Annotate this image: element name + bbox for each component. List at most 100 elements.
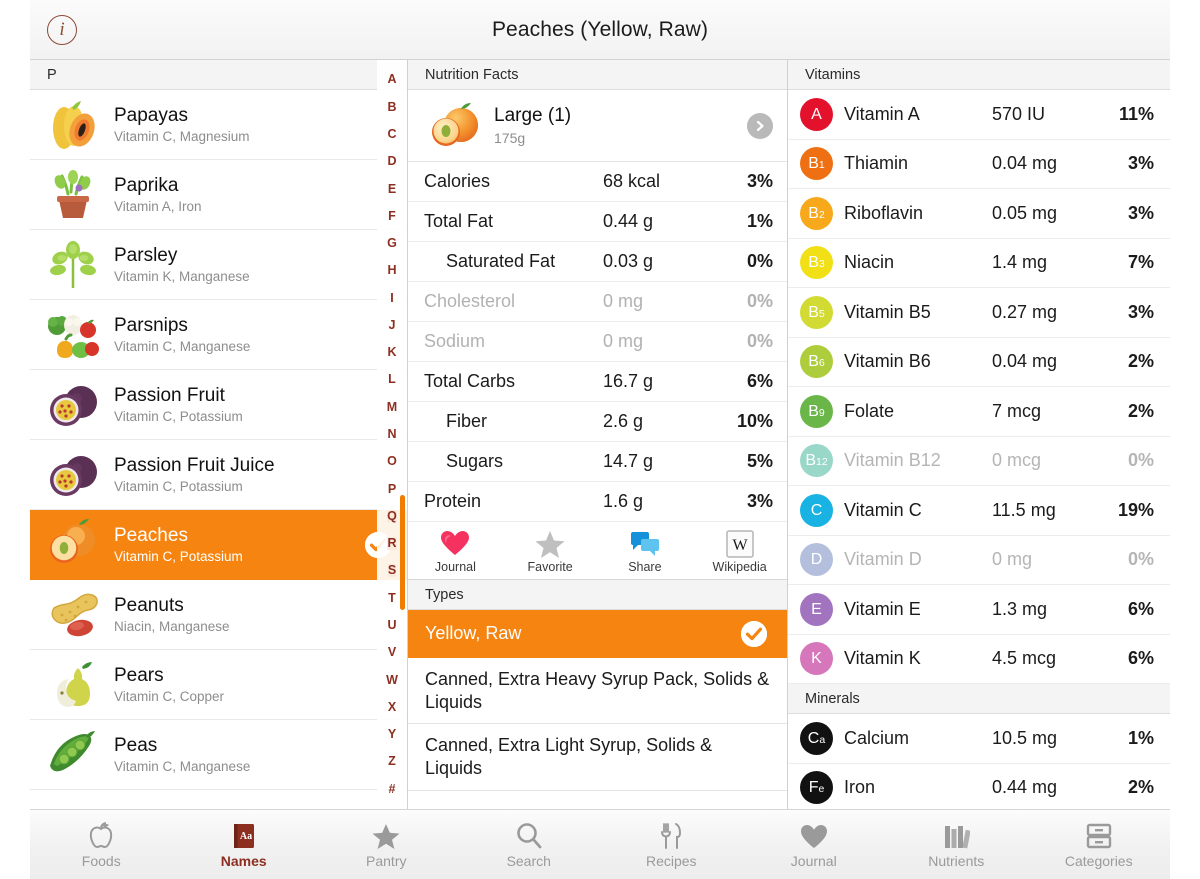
alphabet-index-letter[interactable]: H — [387, 264, 396, 277]
alphabet-index-letter[interactable]: R — [387, 537, 397, 550]
alphabet-index-letter[interactable]: Z — [388, 755, 396, 768]
vitamins-minerals-panel: Vitamins A Vitamin A 570 IU 11% B 1 Thiami… — [788, 60, 1170, 809]
tab-nutrients[interactable]: Nutrients — [885, 810, 1028, 879]
food-list-item[interactable]: Peas Vitamin C, Manganese — [30, 720, 407, 790]
alphabet-index-letter[interactable]: C — [387, 128, 396, 141]
alphabet-index-letter[interactable]: F — [388, 210, 396, 223]
fork-knife-icon — [659, 820, 683, 850]
vitamin-row: B 12 Vitamin B12 0 mcg 0% — [788, 436, 1170, 486]
minerals-header: Minerals — [788, 684, 1170, 714]
alphabet-index-letter[interactable]: X — [388, 701, 396, 714]
nutrient-name: Niacin — [844, 252, 895, 273]
alphabet-index-letter[interactable]: Y — [388, 728, 396, 741]
list-scrollbar[interactable] — [400, 495, 405, 610]
serving-size-row[interactable]: Large (1) 175g — [408, 90, 787, 162]
food-list-item[interactable]: Passion Fruit Juice Vitamin C, Potassium — [30, 440, 407, 510]
alphabet-index[interactable]: A B C D E F G H I J K L M N O P Q R S T U V W X Y Z # — [377, 60, 407, 809]
nutrition-facts-header: Nutrition Facts — [408, 60, 787, 90]
alphabet-index-letter[interactable]: I — [390, 292, 393, 305]
alphabet-index-letter[interactable]: O — [387, 455, 397, 468]
nutrition-row-value: 68 kcal — [603, 171, 661, 191]
food-list-item[interactable]: Passion Fruit Vitamin C, Potassium — [30, 370, 407, 440]
vitamin-row: A Vitamin A 570 IU 11% — [788, 90, 1170, 140]
tab-label: Foods — [81, 853, 121, 869]
nutrition-row-percent: 3% — [746, 171, 773, 191]
food-list-item[interactable]: Peanuts Niacin, Manganese — [30, 580, 407, 650]
tab-categories[interactable]: Categories — [1028, 810, 1171, 879]
chevron-right-icon[interactable] — [747, 112, 773, 139]
tab-names[interactable]: Aa Names — [173, 810, 316, 879]
alphabet-index-letter[interactable]: U — [387, 619, 396, 632]
alphabet-index-letter[interactable]: P — [388, 483, 396, 496]
action-share-button[interactable]: Share — [598, 522, 693, 579]
type-list-item[interactable]: Canned, Extra Heavy Syrup Pack, Solids &… — [408, 658, 787, 725]
alphabet-index-letter[interactable]: N — [387, 428, 396, 441]
food-list-item[interactable]: Paprika Vitamin A, Iron — [30, 160, 407, 230]
alphabet-index-letter[interactable]: L — [388, 373, 396, 386]
nutrient-value: 570 IU — [992, 103, 1046, 124]
nutrient-value: 1.3 mg — [992, 598, 1048, 619]
food-list-item[interactable]: Parsley Vitamin K, Manganese — [30, 230, 407, 300]
nutrient-percent: 11% — [1118, 103, 1154, 124]
vitamin-row: E Vitamin E 1.3 mg 6% — [788, 585, 1170, 635]
alphabet-index-letter[interactable]: D — [387, 155, 396, 168]
nutrient-badge-icon: B6 — [800, 345, 833, 379]
star-icon — [535, 530, 565, 558]
alphabet-index-letter[interactable]: E — [388, 183, 396, 196]
nutrient-badge-icon: D — [800, 543, 833, 577]
tab-pantry[interactable]: Pantry — [315, 810, 458, 879]
type-list-item[interactable]: Yellow, Raw — [408, 610, 787, 658]
action-wikipedia-button[interactable]: W Wikipedia — [692, 522, 787, 579]
nutrient-badge-icon: Ca — [800, 721, 833, 755]
alphabet-index-letter[interactable]: G — [387, 237, 397, 250]
alphabet-index-letter[interactable]: V — [388, 646, 396, 659]
action-favorite-button[interactable]: Favorite — [503, 522, 598, 579]
alphabet-index-letter[interactable]: K — [387, 346, 396, 359]
nutrition-row-label: Fiber — [446, 411, 488, 431]
alphabet-index-letter[interactable]: J — [389, 319, 396, 332]
food-list-item[interactable]: Papayas Vitamin C, Magnesium — [30, 90, 407, 160]
nutrition-row-value: 0 mg — [603, 331, 644, 351]
alphabet-index-letter[interactable]: M — [387, 401, 397, 414]
nutrition-row-label: Sodium — [424, 331, 486, 351]
alphabet-index-letter[interactable]: # — [389, 783, 396, 796]
nutrition-row-percent: 3% — [746, 491, 773, 511]
food-item-name: Papayas — [114, 104, 188, 126]
alphabet-index-letter[interactable]: Q — [387, 510, 397, 523]
tab-journal[interactable]: Journal — [743, 810, 886, 879]
food-item-name: Peaches — [114, 524, 188, 546]
food-list-item[interactable]: Peaches Vitamin C, Potassium — [30, 510, 407, 580]
action-journal-button[interactable]: Journal — [408, 522, 503, 579]
food-item-nutrients: Vitamin C, Manganese — [114, 759, 251, 775]
vitamin-row: B3 Niacin 1.4 mg 7% — [788, 238, 1170, 288]
nutrient-badge-icon: B5 — [800, 295, 833, 329]
tab-search[interactable]: Search — [458, 810, 601, 879]
alphabet-index-letter[interactable]: T — [388, 592, 396, 605]
selected-check-icon — [741, 620, 767, 647]
alphabet-index-letter[interactable]: B — [387, 101, 396, 114]
alphabet-index-letter[interactable]: A — [387, 73, 396, 86]
tab-recipes[interactable]: Recipes — [600, 810, 743, 879]
type-list-item[interactable]: Canned, Extra Light Syrup, Solids & Liqu… — [408, 724, 787, 791]
peanut-icon — [42, 587, 104, 643]
nutrition-row-label: Total Carbs — [424, 371, 516, 391]
nutrient-percent: 3% — [1127, 153, 1154, 174]
info-icon[interactable]: i — [47, 14, 77, 45]
food-list-item[interactable]: Parsnips Vitamin C, Manganese — [30, 300, 407, 370]
food-list-item[interactable]: Pears Vitamin C, Copper — [30, 650, 407, 720]
nutrient-name: Vitamin E — [844, 598, 921, 619]
tab-bar[interactable]: Foods Aa Names Pantry Search Recipes Jou… — [30, 809, 1170, 879]
nutrition-row-value: 0 mg — [603, 291, 644, 311]
peach-icon — [424, 101, 486, 151]
alphabet-index-letter[interactable]: W — [386, 674, 398, 687]
tab-label: Nutrients — [928, 853, 985, 869]
action-bar[interactable]: Journal Favorite Share W Wikipedia — [408, 522, 787, 580]
nutrition-row-percent: 1% — [746, 211, 773, 231]
alphabet-index-letter[interactable]: S — [387, 564, 397, 577]
serving-grams: 175g — [494, 130, 526, 146]
action-label: Journal — [434, 559, 476, 574]
tab-foods[interactable]: Foods — [30, 810, 173, 879]
apple-icon — [88, 820, 114, 850]
food-list[interactable]: Papayas Vitamin C, Magnesium Paprika Vit… — [30, 90, 407, 809]
types-list[interactable]: Yellow, Raw Canned, Extra Heavy Syrup Pa… — [408, 610, 787, 791]
